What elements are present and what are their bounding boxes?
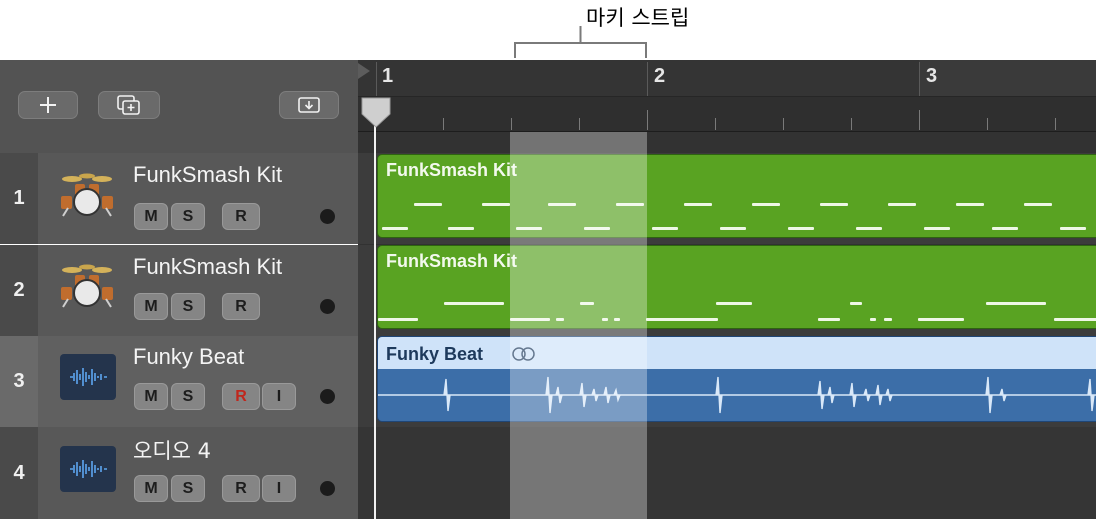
track-number-3[interactable]: 3 (0, 336, 38, 427)
track-header-3[interactable]: Funky Beat M S R I (38, 336, 358, 427)
drum-kit-icon (58, 259, 116, 314)
plus-icon (40, 97, 56, 113)
beat-tick (987, 118, 988, 130)
region-header (378, 337, 1096, 369)
beat-tick (579, 118, 580, 130)
bar-number-3: 3 (926, 65, 938, 87)
beat-tick (511, 118, 512, 130)
midi-region-1[interactable]: FunkSmash Kit (377, 154, 1096, 238)
playhead-handle[interactable] (360, 96, 392, 130)
region-name: Funky Beat (386, 344, 484, 364)
beat-tick (715, 118, 716, 130)
track-number-1[interactable]: 1 (0, 153, 38, 244)
ruler-marquee-strip[interactable] (358, 96, 1096, 132)
track-header-1[interactable]: FunkSmash Kit M S R (38, 153, 358, 244)
callout-bracket (514, 26, 647, 58)
track-name-3[interactable]: Funky Beat (133, 344, 244, 370)
beat-tick (443, 118, 444, 130)
audio-waveform (378, 376, 1096, 414)
bar-line-2 (647, 62, 648, 96)
mute-button[interactable]: M (134, 383, 168, 410)
bar-line-3 (919, 62, 920, 96)
audio-waveform-icon (60, 446, 116, 492)
ruler-bar-3-highlight (919, 60, 1096, 96)
solo-button[interactable]: S (171, 203, 205, 230)
track-name-4[interactable]: 오디오 4 (133, 435, 211, 465)
beat-tick (783, 118, 784, 130)
audio-region-3[interactable]: Funky Beat (377, 336, 1096, 422)
mute-button[interactable]: M (134, 203, 168, 230)
record-status-dot (320, 481, 335, 496)
solo-button[interactable]: S (171, 475, 205, 502)
track-lane-4[interactable] (358, 427, 1096, 519)
track-number-4[interactable]: 4 (0, 427, 38, 519)
record-enable-button[interactable]: R (222, 203, 260, 230)
track-name-1[interactable]: FunkSmash Kit (133, 162, 282, 188)
download-icon (298, 97, 320, 113)
bar-number-1: 1 (382, 65, 394, 87)
record-status-dot (320, 299, 335, 314)
playhead-line[interactable] (374, 100, 376, 519)
beat-tick (1055, 118, 1056, 130)
midi-region-2[interactable]: FunkSmash Kit (377, 245, 1096, 329)
download-button[interactable] (279, 91, 339, 119)
add-track-button[interactable] (18, 91, 78, 119)
bar-line-1 (376, 62, 377, 96)
duplicate-icon (117, 95, 140, 115)
record-status-dot (320, 389, 335, 404)
track-header-4[interactable]: 오디오 4 M S R I (38, 427, 358, 519)
record-enable-button[interactable]: R (222, 383, 260, 410)
audio-waveform-icon (60, 354, 116, 400)
duplicate-track-button[interactable] (98, 91, 160, 119)
track-name-2[interactable]: FunkSmash Kit (133, 254, 282, 280)
track-header-toolbar (0, 60, 358, 154)
drum-kit-icon (58, 168, 116, 223)
solo-button[interactable]: S (171, 383, 205, 410)
region-name: FunkSmash Kit (386, 251, 518, 271)
record-enable-button[interactable]: R (222, 475, 260, 502)
region-name: FunkSmash Kit (386, 160, 518, 180)
marquee-selection[interactable] (510, 132, 647, 519)
bar-number-2: 2 (654, 65, 666, 87)
mute-button[interactable]: M (134, 293, 168, 320)
mute-button[interactable]: M (134, 475, 168, 502)
bar-tick (919, 110, 920, 130)
record-enable-button[interactable]: R (222, 293, 260, 320)
beat-tick (851, 118, 852, 130)
track-number-2[interactable]: 2 (0, 245, 38, 336)
solo-button[interactable]: S (171, 293, 205, 320)
ruler-start-marker-icon (358, 63, 370, 79)
input-monitor-button[interactable]: I (262, 475, 296, 502)
input-monitor-button[interactable]: I (262, 383, 296, 410)
track-header-2[interactable]: FunkSmash Kit M S R (38, 245, 358, 336)
record-status-dot (320, 209, 335, 224)
bar-tick (647, 110, 648, 130)
